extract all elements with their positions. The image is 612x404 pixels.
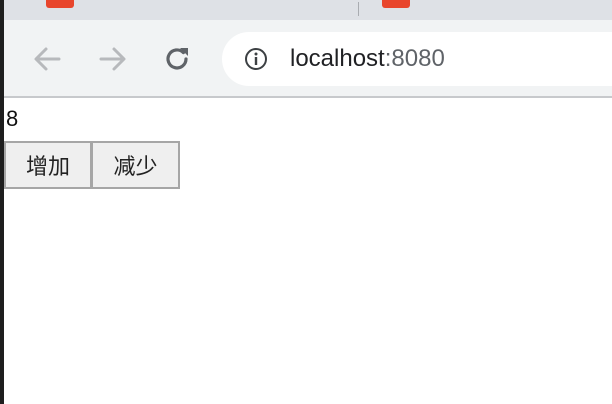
- tab-favicon-icon: [382, 0, 410, 8]
- arrow-right-icon: [99, 47, 126, 71]
- arrow-left-icon: [34, 47, 61, 71]
- browser-window: localhost:8080 8 增加 减少: [4, 0, 612, 404]
- tab-divider: [358, 2, 359, 16]
- reload-button[interactable]: [160, 42, 194, 76]
- reload-icon: [166, 48, 188, 70]
- info-icon[interactable]: [244, 47, 268, 71]
- browser-tab[interactable]: [360, 0, 612, 20]
- address-bar[interactable]: localhost:8080: [222, 32, 612, 86]
- tab-strip: [4, 0, 612, 20]
- forward-button[interactable]: [96, 42, 130, 76]
- decrease-button[interactable]: 减少: [91, 141, 180, 189]
- button-group: 增加 减少: [4, 141, 180, 189]
- browser-tab[interactable]: [4, 0, 358, 20]
- tab-favicon-icon: [46, 0, 74, 8]
- page-content: 8 增加 减少: [4, 98, 612, 404]
- increase-button[interactable]: 增加: [4, 141, 92, 189]
- counter-value: 8: [6, 106, 19, 131]
- address-url[interactable]: localhost:8080: [290, 44, 445, 74]
- address-host: localhost: [290, 45, 385, 72]
- back-button[interactable]: [30, 42, 64, 76]
- browser-toolbar: localhost:8080: [4, 20, 612, 98]
- address-port: :8080: [384, 45, 445, 72]
